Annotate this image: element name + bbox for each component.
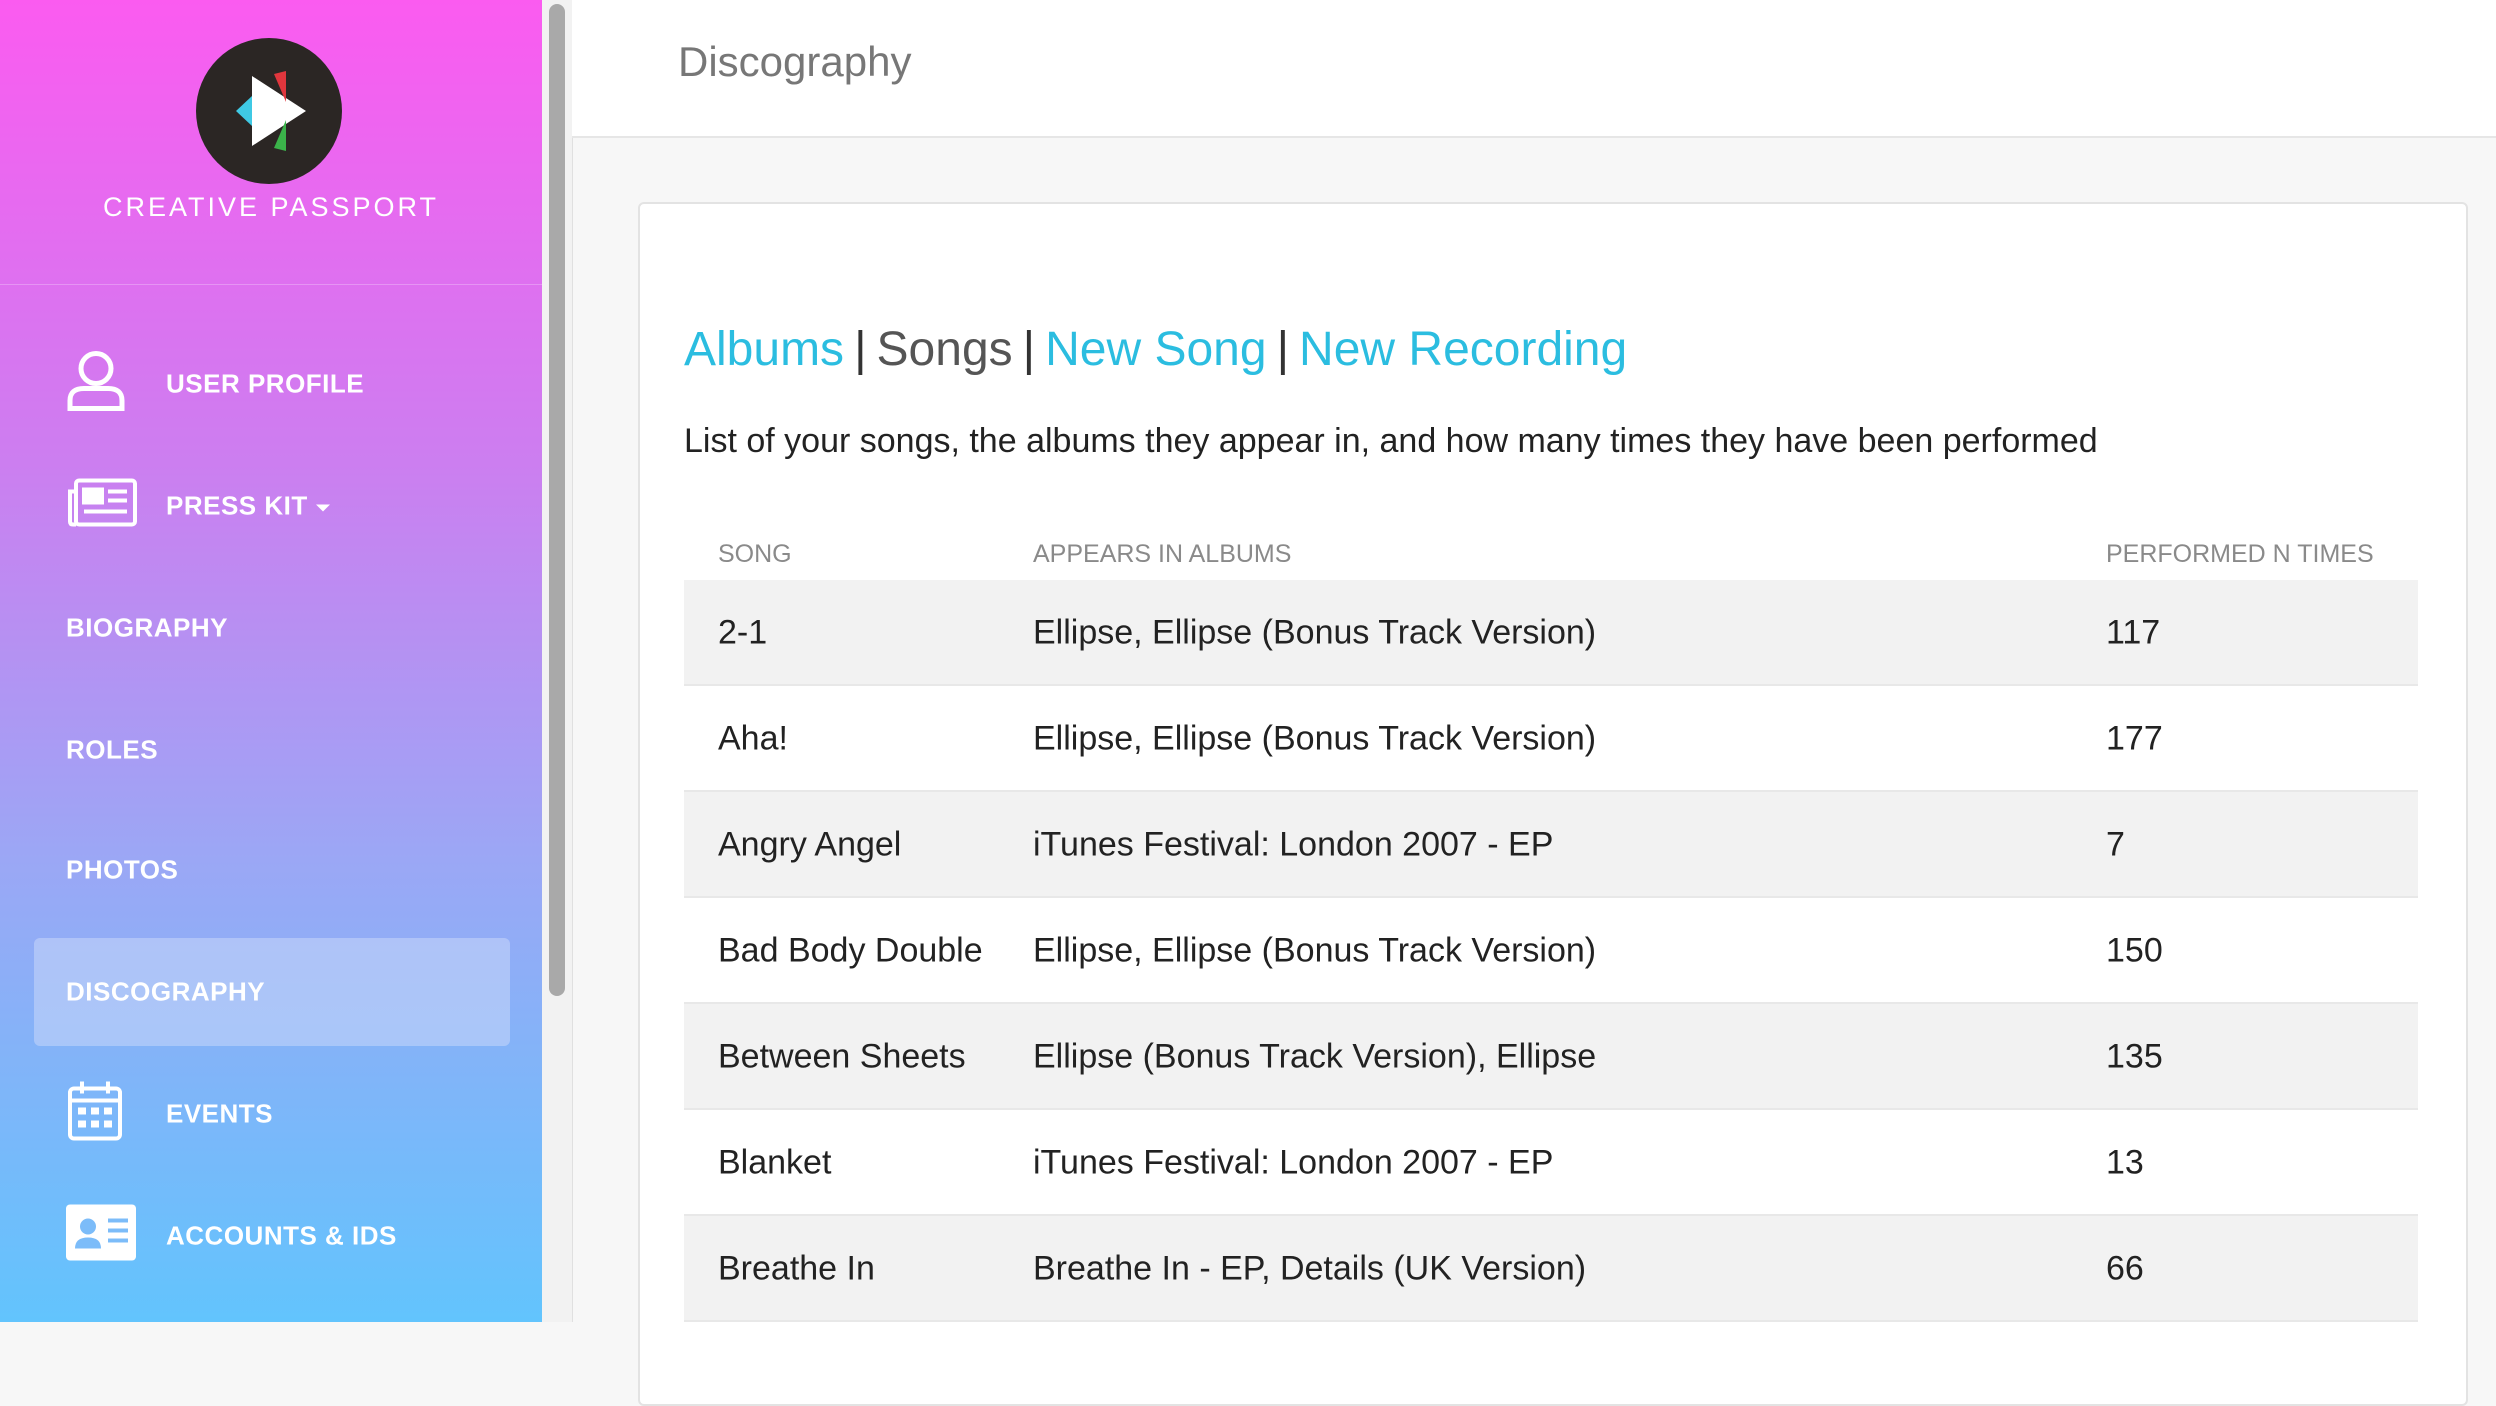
albums-cell: Ellipse, Ellipse (Bonus Track Version) [1033,719,1597,758]
sidebar-item-accounts-ids[interactable]: ACCOUNTS & IDS [34,1182,510,1290]
table-row[interactable]: Breathe In Breathe In - EP, Details (UK V… [684,1216,2418,1322]
logo-icon[interactable] [196,38,342,184]
song-cell: Breathe In [718,1249,875,1288]
performed-count-cell: 13 [2106,1143,2144,1182]
brand-name: CREATIVE PASSPORT [102,192,440,222]
newspaper-icon [66,478,138,535]
tab-new-recording[interactable]: New Recording [1299,323,1627,376]
discography-tabs: Albums | Songs | New Song | New Recording [684,322,1627,377]
table-row[interactable]: Bad Body Double Ellipse, Ellipse (Bonus T… [684,898,2418,1004]
song-cell: Aha! [718,719,788,758]
column-header-song[interactable]: SONG [718,540,792,569]
albums-cell: Ellipse, Ellipse (Bonus Track Version) [1033,613,1597,652]
sidebar-item-biography[interactable]: BIOGRAPHY [34,574,510,682]
logo-block: CREATIVE PASSPORT [0,0,542,285]
sidebar-item-photos[interactable]: PHOTOS [34,816,510,924]
table-row[interactable]: Angry Angel iTunes Festival: London 2007 … [684,792,2418,898]
page-title: Discography [678,38,912,85]
song-cell: Between Sheets [718,1037,966,1076]
sidebar-item-label: ACCOUNTS & IDS [166,1220,397,1251]
sidebar-item-label: EVENTS [166,1098,274,1129]
sidebar-item-label: USER PROFILE [166,368,365,399]
tab-separator: | [1022,323,1036,376]
table-row[interactable]: Aha! Ellipse, Ellipse (Bonus Track Versio… [684,686,2418,792]
chevron-down-icon [315,504,330,512]
albums-cell: iTunes Festival: London 2007 - EP [1033,825,1554,864]
table-header: SONG APPEARS IN ALBUMS PERFORMED N TIMES [684,524,2418,580]
sidebar: CREATIVE PASSPORT USER PROFILE PRESS KIT… [0,0,542,1322]
calendar-icon [66,1080,124,1149]
sidebar-item-label: ROLES [66,734,159,765]
albums-cell: Ellipse (Bonus Track Version), Ellipse [1033,1037,1597,1076]
performed-count-cell: 117 [2106,613,2161,652]
column-header-albums[interactable]: APPEARS IN ALBUMS [1033,540,1291,569]
song-cell: Blanket [718,1143,832,1182]
performed-count-cell: 7 [2106,825,2125,864]
column-header-performed[interactable]: PERFORMED N TIMES [2106,540,2374,569]
tab-separator: | [1276,323,1290,376]
songs-description: List of your songs, the albums they appe… [684,422,2098,460]
table-row[interactable]: Blanket iTunes Festival: London 2007 - EP… [684,1110,2418,1216]
sidebar-item-user-profile[interactable]: USER PROFILE [34,330,510,438]
sidebar-item-label: BIOGRAPHY [66,612,228,643]
sidebar-item-label: PHOTOS [66,854,179,885]
sidebar-item-label: PRESS KIT [166,491,330,522]
tab-separator: | [854,323,867,376]
sidebar-item-roles[interactable]: ROLES [34,696,510,804]
sidebar-item-events[interactable]: EVENTS [34,1060,510,1168]
sidebar-item-discography[interactable]: DISCOGRAPHY [34,938,510,1046]
sidebar-item-press-kit[interactable]: PRESS KIT [34,452,510,560]
performed-count-cell: 150 [2106,931,2163,970]
tab-albums[interactable]: Albums [684,323,844,376]
id-card-icon [66,1204,136,1268]
performed-count-cell: 177 [2106,719,2163,758]
tab-songs[interactable]: Songs [877,323,1013,376]
discography-card: Albums | Songs | New Song | New Recording List… [638,202,2468,1406]
song-cell: Bad Body Double [718,931,983,970]
performed-count-cell: 135 [2106,1037,2163,1076]
albums-cell: Ellipse, Ellipse (Bonus Track Version) [1033,931,1597,970]
albums-cell: Breathe In - EP, Details (UK Version) [1033,1249,1587,1288]
songs-table: SONG APPEARS IN ALBUMS PERFORMED N TIMES… [684,524,2418,1322]
tab-new-song[interactable]: New Song [1045,323,1266,376]
sidebar-scrollbar-thumb[interactable] [549,4,565,996]
user-icon [66,349,126,420]
song-cell: 2-1 [718,613,768,652]
page-header: Discography [572,0,2496,138]
albums-cell: iTunes Festival: London 2007 - EP [1033,1143,1554,1182]
sidebar-item-label: DISCOGRAPHY [66,976,266,1007]
table-body: 2-1 Ellipse, Ellipse (Bonus Track Version… [684,580,2418,1322]
table-row[interactable]: Between Sheets Ellipse (Bonus Track Versi… [684,1004,2418,1110]
table-row[interactable]: 2-1 Ellipse, Ellipse (Bonus Track Version… [684,580,2418,686]
song-cell: Angry Angel [718,825,902,864]
performed-count-cell: 66 [2106,1249,2144,1288]
